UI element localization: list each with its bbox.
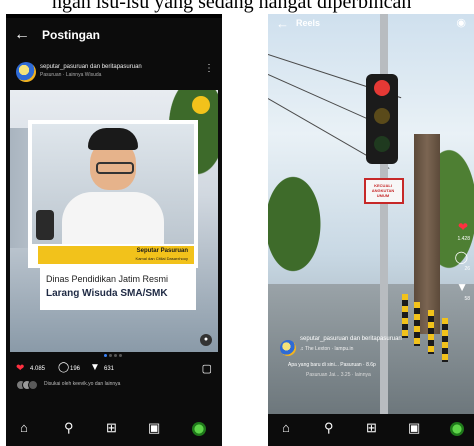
brand-line2: Kamal dan Citilal Dasarxhooy	[135, 256, 188, 261]
page-title: Reels	[296, 18, 321, 28]
post-actions: ❤ 4.085 ◯ 196 ▼ 631 ▢	[6, 362, 222, 378]
share-icon[interactable]: ▼	[456, 280, 468, 294]
reels-header: ← Reels ◉	[268, 14, 474, 36]
traffic-lamp-yellow	[374, 108, 390, 124]
news-logo-icon	[192, 96, 210, 114]
road-sign: KECUALI ANGKUTAN UMUM	[364, 178, 404, 204]
carousel-dot	[109, 354, 112, 357]
heart-icon[interactable]: ❤	[458, 220, 468, 234]
account-subtitle: Pasuruan · Lainnya Wisuda	[40, 72, 102, 78]
like-count: 4.085	[30, 366, 46, 372]
share-count: 58	[464, 296, 470, 302]
arrow-left-icon[interactable]: ←	[14, 26, 30, 44]
brand-tag: Seputar Pasuruan Kamal dan Citilal Dasar…	[38, 246, 194, 264]
bottom-nav: ⌂ ⚲ ⊞ ▣	[268, 414, 474, 446]
volume-icon[interactable]: ●	[200, 334, 212, 346]
share-icon[interactable]: ▼	[90, 362, 100, 373]
search-icon[interactable]: ⚲	[324, 420, 334, 436]
bookmark-icon[interactable]: ▢	[202, 362, 212, 375]
person-glasses	[96, 162, 134, 174]
scene-tree-left	[268, 164, 328, 284]
add-icon[interactable]: ⊞	[366, 420, 377, 436]
microphone-icon	[36, 210, 54, 240]
reels-caption[interactable]: Apa yang baru di sini... Pasuruan · 8.6p	[288, 362, 376, 368]
carousel-dots	[104, 354, 124, 358]
avatar[interactable]	[280, 340, 296, 356]
comment-icon[interactable]: ◯	[58, 362, 69, 373]
search-icon[interactable]: ⚲	[64, 420, 74, 436]
reels-icon[interactable]: ▣	[148, 420, 160, 436]
avatar[interactable]	[16, 62, 36, 82]
phone-screenshot-reels: KECUALI ANGKUTAN UMUM ← Reels ◉ ❤ 1.428 …	[268, 14, 474, 446]
reels-icon[interactable]: ▣	[408, 420, 420, 436]
headline-line2: Larang Wisuda SMA/SMK	[46, 288, 168, 299]
avatar	[28, 380, 38, 390]
like-count: 1.428	[457, 236, 470, 242]
liked-by-row: Disukai oleh keevik.yo dan lainnya	[16, 380, 216, 390]
traffic-light	[366, 74, 398, 164]
heart-icon[interactable]: ❤	[16, 363, 24, 374]
article-caption-strip: ngan isu-isu yang sedang hangat diperbin…	[0, 0, 474, 14]
profile-avatar[interactable]	[450, 422, 464, 436]
brand-line1: Seputar Pasuruan	[136, 248, 188, 254]
post-media[interactable]: Seputar Pasuruan Kamal dan Citilal Dasar…	[10, 90, 218, 352]
profile-avatar[interactable]	[192, 422, 206, 436]
comment-count: 26	[464, 266, 470, 272]
account-name[interactable]: seputar_pasuruan dan beritapasuruan	[40, 64, 142, 70]
headline-box: Dinas Pendidikan Jatim Resmi Larang Wisu…	[40, 266, 196, 310]
account-name[interactable]: seputar_pasuruan dan beritapasuruan	[300, 336, 402, 342]
bottom-nav: ⌂ ⚲ ⊞ ▣	[6, 414, 222, 446]
carousel-dot	[114, 354, 117, 357]
person-cap	[88, 128, 138, 150]
person-body	[62, 192, 164, 244]
share-count: 631	[104, 366, 115, 372]
home-icon[interactable]: ⌂	[282, 420, 290, 435]
phone-screenshot-post: ← Postingan seputar_pasuruan dan beritap…	[6, 14, 222, 446]
carousel-dot	[104, 354, 107, 357]
reels-info: seputar_pasuruan dan beritapasuruan ♫ Th…	[276, 332, 456, 392]
page-title: Postingan	[42, 28, 101, 42]
more-vert-icon[interactable]: ⋮	[204, 63, 214, 74]
traffic-lamp-red	[374, 80, 390, 96]
add-icon[interactable]: ⊞	[106, 420, 117, 436]
article-caption-text: ngan isu-isu yang sedang hangat diperbin…	[52, 0, 412, 13]
traffic-lamp-green	[374, 136, 390, 152]
post-account-row: seputar_pasuruan dan beritapasuruan Pasu…	[6, 58, 222, 88]
post-header: ← Postingan	[6, 18, 222, 54]
carousel-dot	[119, 354, 122, 357]
reels-meta: Pasuruan Jai... 3.25 · lainnya	[306, 372, 371, 378]
liked-by-text[interactable]: Disukai oleh keevik.yo dan lainnya	[44, 381, 120, 387]
home-icon[interactable]: ⌂	[20, 420, 28, 435]
comment-icon[interactable]: ◯	[455, 250, 468, 264]
camera-icon[interactable]: ◉	[456, 16, 466, 29]
headline-line1: Dinas Pendidikan Jatim Resmi	[46, 274, 169, 284]
arrow-left-icon[interactable]: ←	[276, 16, 289, 31]
audio-label[interactable]: ♫ The Lexton · lampu.in	[300, 346, 353, 352]
road-sign-text: KECUALI ANGKUTAN UMUM	[371, 183, 395, 198]
speaker-photo	[32, 124, 194, 244]
comment-count: 196	[70, 366, 81, 372]
